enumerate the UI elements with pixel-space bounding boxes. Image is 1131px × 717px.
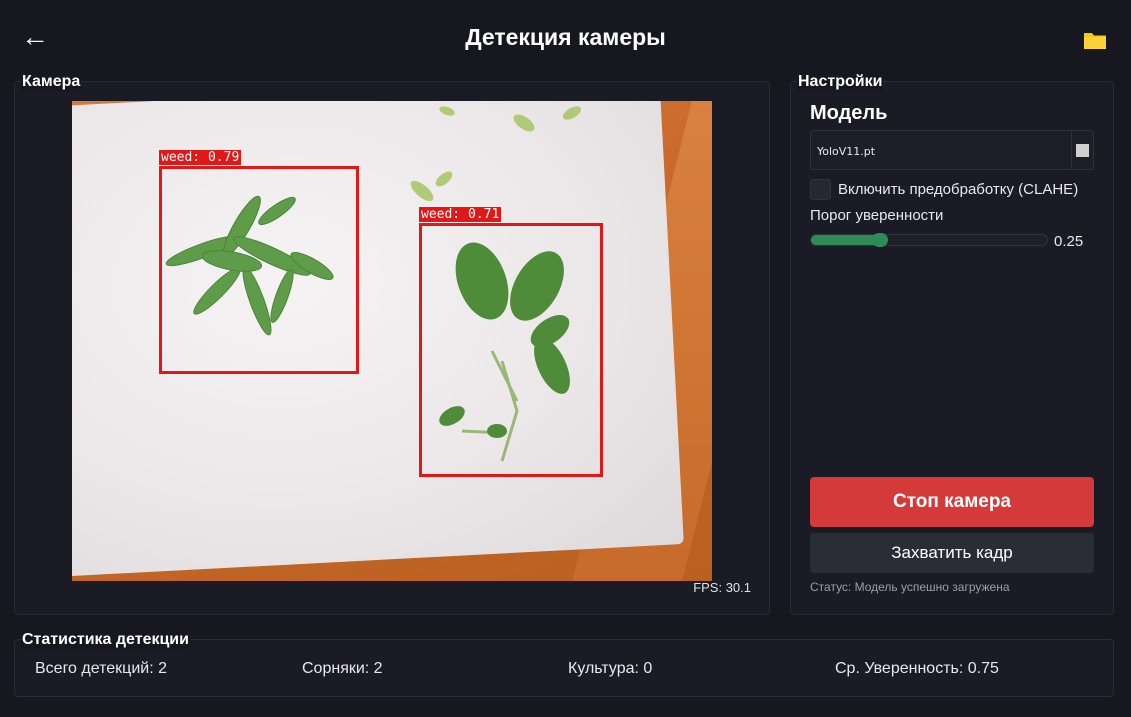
camera-feed: weed: 0.79 weed: 0.71 [72, 101, 712, 581]
model-title: Модель [810, 102, 888, 124]
browse-icon [1076, 144, 1089, 157]
confidence-threshold-label: Порог уверенности [810, 207, 944, 224]
clahe-checkbox-label: Включить предобработку (CLAHE) [838, 181, 1079, 198]
stat-avg-confidence: Ср. Уверенность: 0.75 [835, 660, 999, 677]
capture-frame-button[interactable]: Захватить кадр [810, 533, 1094, 573]
model-file-value: YoloV11.pt [817, 145, 876, 158]
detection-box-2 [419, 223, 603, 477]
header: ← Детекция камеры [0, 0, 1131, 76]
folder-icon[interactable] [1083, 29, 1107, 51]
stat-total-detections: Всего детекций: 2 [35, 660, 167, 677]
browse-model-button[interactable] [1071, 131, 1093, 169]
clahe-checkbox[interactable] [810, 179, 831, 200]
stat-crops: Культура: 0 [568, 660, 653, 677]
detection-label-2: weed: 0.71 [419, 207, 502, 222]
camera-panel: Камера weed: 0.79 weed: 0.71 FPS: 30.1 [14, 73, 770, 615]
fps-counter: FPS: 30.1 [693, 580, 751, 595]
stat-weeds: Сорняки: 2 [302, 660, 383, 677]
detection-box-1 [159, 166, 359, 374]
clahe-checkbox-row[interactable]: Включить предобработку (CLAHE) [810, 179, 1100, 200]
detection-label-1: weed: 0.79 [159, 150, 242, 165]
stop-camera-button[interactable]: Стоп камера [810, 477, 1094, 527]
detection-stats-panel: Статистика детекции Всего детекций: 2 Со… [14, 631, 1114, 697]
slider-fill [811, 235, 880, 245]
confidence-threshold-value: 0.25 [1054, 233, 1084, 250]
slider-handle[interactable] [872, 233, 888, 247]
model-file-field[interactable]: YoloV11.pt [810, 130, 1094, 170]
camera-group-label: Камера [21, 73, 82, 91]
stats-group-label: Статистика детекции [21, 631, 190, 649]
settings-panel: Настройки Модель YoloV11.pt Включить пре… [790, 73, 1114, 615]
confidence-threshold-slider[interactable] [810, 233, 1048, 247]
settings-group-label: Настройки [797, 73, 884, 91]
status-text: Статус: Модель успешно загружена [810, 580, 1010, 594]
page-title: Детекция камеры [465, 24, 666, 50]
